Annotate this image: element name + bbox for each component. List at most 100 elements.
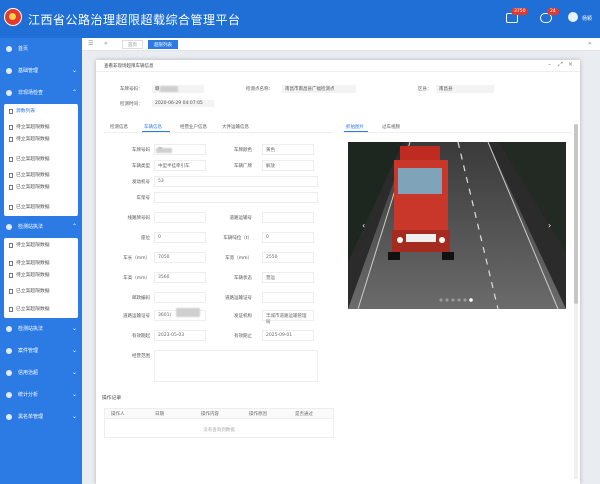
sidebar: 首页 基础管理 ⌄ 非现场检查 ⌃ 源数列表 待立案超限数据 待立案超限数据 已立案… (0, 38, 82, 484)
field-value: 解放 (262, 160, 314, 171)
field-label: 车牌颜色 (234, 148, 252, 153)
sidebar-item-label: 检测站执法 (18, 326, 44, 332)
redacted-plate (156, 148, 172, 153)
plate-label: 车牌号码： (120, 87, 143, 92)
modal-title: 查看非现场超限车辆信息 (104, 64, 154, 69)
sidebar-item-label: 检测站执法 (18, 224, 44, 230)
document-icon (9, 157, 13, 162)
chevron-up-icon: ⌃ (71, 223, 77, 230)
tab-photos[interactable]: 抓拍图片 (346, 124, 364, 130)
vehicle-photo[interactable]: ‹ › (348, 142, 566, 309)
field-value (154, 192, 318, 203)
truck-photo-svg: ‹ › (348, 142, 566, 309)
field-value: 7050 (154, 252, 206, 263)
user-avatar[interactable] (568, 12, 578, 22)
field-value: 0 (154, 232, 206, 243)
site-label: 检测点名称： (246, 87, 273, 92)
submenu-item[interactable]: 已立案超限数据 (4, 202, 78, 214)
tab-overlimit-list[interactable]: 超限列表 (148, 40, 178, 49)
sidebar-item-base[interactable]: 基础管理 ⌄ (0, 60, 82, 82)
submenu-item[interactable]: 源数列表 (4, 106, 78, 118)
notification-badge: 24 (547, 8, 559, 15)
submenu-item[interactable]: 已立案超限数据 (4, 170, 78, 182)
close-icon[interactable]: × (568, 61, 573, 68)
chevron-down-icon: ⌄ (71, 413, 77, 420)
field-label: 邮政编码 (132, 296, 150, 301)
svg-text:‹: ‹ (362, 221, 365, 230)
field-value: 2025-09-01 (262, 330, 314, 341)
document-icon (9, 261, 13, 266)
field-label: 道路运输证号 (123, 314, 150, 319)
minimize-icon[interactable]: – (548, 61, 551, 68)
field-label: 车宽（mm） (225, 256, 252, 261)
submenu-item[interactable]: 已立案超限数据 (4, 304, 78, 316)
field-label: 线路牌号码 (127, 216, 151, 221)
double-left-icon[interactable]: « (104, 40, 108, 47)
sidebar-item-offsite[interactable]: 非现场检查 ⌃ (0, 82, 82, 104)
menu-toggle-icon[interactable]: ☰ (88, 40, 93, 47)
station-submenu: 待立案超限数据 待立案超限数据 待立案超限数据 已立案超限数据 已立案超限数据 (4, 238, 78, 318)
document-icon (9, 289, 13, 294)
tab-vehicle-info[interactable]: 车辆信息 (144, 124, 162, 130)
sidebar-item-label: 非现场检查 (18, 90, 44, 96)
document-icon (9, 243, 13, 248)
sidebar-item-station[interactable]: 检测站执法 ⌃ (0, 216, 82, 238)
sidebar-item-label: 基础管理 (18, 68, 39, 74)
offsite-submenu: 源数列表 待立案超限数据 待立案超限数据 已立案超限数据 已立案超限数据 已立案… (4, 104, 78, 216)
document-icon (9, 205, 13, 210)
field-value (154, 350, 318, 382)
submenu-item[interactable]: 已立案超限数据 (4, 154, 78, 166)
field-label: 车高（mm） (123, 276, 150, 281)
column-header: 是否通过 (295, 412, 313, 417)
active-tab-indicator (142, 131, 170, 132)
chevron-down-icon: ⌄ (71, 347, 77, 354)
submenu-item[interactable]: 已立案超限数据 (4, 182, 78, 194)
field-label: 经营范围 (132, 354, 150, 359)
sidebar-item-credit[interactable]: 信用治超 ⌄ (0, 362, 82, 384)
tab-bar: ☰ « 首页 超限列表 » (82, 38, 600, 51)
chevron-down-icon: ⌄ (71, 369, 77, 376)
field-label: 车辆类型 (132, 164, 150, 169)
tab-oversize-info[interactable]: 大件运输信息 (222, 124, 249, 130)
document-icon (9, 273, 13, 278)
document-icon (9, 173, 13, 178)
submenu-item[interactable]: 待立案超限数据 (4, 270, 78, 282)
operation-log-table: 操作人 日期 操作内容 操作原因 是否通过 没有查询到数据 (104, 408, 334, 438)
scrollbar-thumb[interactable] (574, 124, 578, 304)
modal-header: 查看非现场超限车辆信息 – ⤢ × (96, 60, 580, 72)
double-right-icon[interactable]: » (588, 40, 592, 47)
sidebar-item-home[interactable]: 首页 (0, 38, 82, 60)
field-label: 车辆厂牌 (234, 164, 252, 169)
field-label: 车牌号码 (132, 148, 150, 153)
sidebar-item-stats[interactable]: 统计分析 ⌄ (0, 384, 82, 406)
app-title: 江西省公路治理超限超载综合管理平台 (28, 13, 241, 27)
chevron-down-icon: ⌄ (71, 391, 77, 398)
tab-operator-info[interactable]: 经营业户信息 (180, 124, 207, 130)
active-tab-indicator (344, 131, 368, 132)
field-label: 车架号 (136, 196, 151, 201)
tab-inspection-info[interactable]: 检测信息 (110, 124, 128, 130)
field-value: 2550 (262, 252, 314, 263)
submenu-item[interactable]: 待立案超限数据 (4, 122, 78, 134)
svg-text:›: › (548, 221, 551, 230)
submenu-item[interactable]: 待立案超限数据 (4, 134, 78, 146)
sidebar-item-case[interactable]: 案件管理 ⌄ (0, 340, 82, 362)
field-label: 发证机构 (234, 314, 252, 319)
user-name[interactable]: 杨颖 (582, 15, 592, 22)
field-value: 2023-05-03 (154, 330, 206, 341)
maximize-icon[interactable]: ⤢ (558, 61, 563, 69)
tab-divider (104, 132, 334, 133)
station-icon (6, 224, 12, 230)
sidebar-item-label: 信用治超 (18, 370, 39, 376)
submenu-item[interactable]: 待立案超限数据 (4, 240, 78, 252)
submenu-item[interactable]: 已立案超限数据 (4, 286, 78, 298)
empty-message: 没有查询到数据 (203, 428, 235, 433)
sidebar-item-blacklist[interactable]: 黑名单管理 ⌄ (0, 406, 82, 428)
field-value (154, 212, 206, 223)
tab-video[interactable]: 过车视频 (382, 124, 400, 130)
submenu-item[interactable]: 待立案超限数据 (4, 258, 78, 270)
document-icon (9, 109, 13, 114)
sidebar-item-station2[interactable]: 检测站执法 ⌄ (0, 318, 82, 340)
tab-home[interactable]: 首页 (122, 40, 143, 49)
tab-divider (342, 132, 572, 133)
